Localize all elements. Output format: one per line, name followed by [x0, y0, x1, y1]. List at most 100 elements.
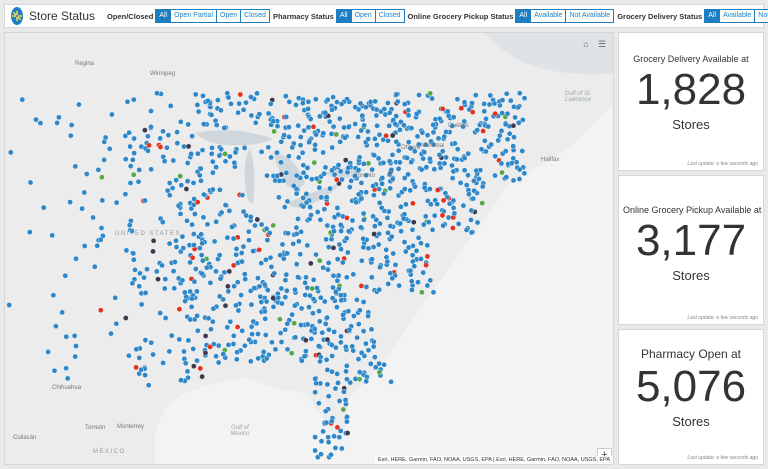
store-marker[interactable]	[429, 226, 436, 233]
store-marker[interactable]	[312, 447, 318, 454]
store-marker[interactable]	[360, 210, 367, 217]
store-marker[interactable]	[99, 197, 106, 204]
store-marker[interactable]	[142, 127, 148, 133]
store-marker[interactable]	[232, 149, 239, 156]
store-marker[interactable]	[270, 118, 277, 124]
store-marker[interactable]	[479, 200, 486, 206]
store-marker[interactable]	[298, 305, 305, 312]
store-marker[interactable]	[398, 228, 404, 234]
store-marker[interactable]	[461, 155, 468, 161]
store-marker[interactable]	[328, 131, 335, 137]
store-marker[interactable]	[389, 152, 396, 158]
store-marker[interactable]	[478, 146, 485, 152]
store-marker[interactable]	[207, 279, 214, 286]
store-marker[interactable]	[486, 101, 493, 108]
store-marker[interactable]	[380, 160, 387, 166]
store-marker[interactable]	[420, 269, 427, 276]
store-marker[interactable]	[64, 375, 71, 382]
store-marker[interactable]	[370, 213, 376, 220]
store-marker[interactable]	[358, 180, 365, 186]
store-marker[interactable]	[441, 133, 448, 140]
store-marker[interactable]	[194, 312, 200, 319]
store-marker[interactable]	[190, 180, 197, 186]
store-marker[interactable]	[199, 147, 206, 153]
store-marker[interactable]	[108, 330, 114, 337]
store-marker[interactable]	[342, 157, 349, 163]
store-marker[interactable]	[326, 118, 333, 125]
store-marker[interactable]	[405, 107, 412, 113]
store-marker[interactable]	[323, 356, 330, 363]
store-marker[interactable]	[264, 237, 271, 243]
store-marker[interactable]	[79, 205, 85, 212]
store-marker[interactable]	[405, 112, 412, 119]
store-marker[interactable]	[215, 97, 221, 103]
store-marker[interactable]	[162, 276, 169, 282]
store-marker[interactable]	[350, 271, 357, 278]
store-marker[interactable]	[329, 368, 335, 375]
store-marker[interactable]	[423, 262, 429, 268]
store-marker[interactable]	[339, 176, 345, 183]
store-marker[interactable]	[161, 285, 168, 292]
store-marker[interactable]	[286, 153, 292, 159]
store-marker[interactable]	[338, 292, 344, 299]
store-marker[interactable]	[469, 100, 475, 106]
store-marker[interactable]	[335, 380, 341, 386]
store-marker[interactable]	[194, 357, 200, 364]
store-marker[interactable]	[188, 303, 195, 310]
store-marker[interactable]	[330, 244, 337, 251]
store-marker[interactable]	[260, 349, 267, 355]
store-marker[interactable]	[293, 190, 300, 197]
store-marker[interactable]	[502, 148, 509, 154]
store-marker[interactable]	[256, 111, 263, 117]
store-marker[interactable]	[386, 123, 393, 129]
store-marker[interactable]	[440, 222, 447, 229]
store-marker[interactable]	[246, 237, 252, 243]
store-marker[interactable]	[335, 162, 342, 168]
store-marker[interactable]	[328, 236, 335, 242]
store-marker[interactable]	[217, 186, 223, 193]
store-marker[interactable]	[371, 192, 377, 198]
store-marker[interactable]	[337, 339, 344, 346]
store-marker[interactable]	[130, 157, 136, 163]
store-marker[interactable]	[68, 132, 74, 139]
store-marker[interactable]	[409, 226, 416, 233]
store-marker[interactable]	[145, 382, 152, 389]
store-marker[interactable]	[312, 142, 318, 148]
store-marker[interactable]	[127, 163, 134, 169]
store-marker[interactable]	[295, 274, 301, 280]
store-marker[interactable]	[449, 162, 455, 169]
store-marker[interactable]	[262, 332, 269, 338]
store-marker[interactable]	[241, 145, 248, 151]
store-marker[interactable]	[282, 294, 289, 300]
store-marker[interactable]	[133, 346, 140, 353]
store-marker[interactable]	[298, 322, 304, 328]
store-marker[interactable]	[174, 129, 180, 135]
store-marker[interactable]	[54, 120, 60, 126]
store-marker[interactable]	[213, 218, 219, 225]
store-marker[interactable]	[424, 253, 431, 260]
store-marker[interactable]	[328, 418, 335, 425]
store-marker[interactable]	[225, 288, 232, 295]
store-marker[interactable]	[370, 343, 377, 350]
store-marker[interactable]	[376, 231, 382, 237]
store-marker[interactable]	[455, 221, 462, 227]
store-marker[interactable]	[476, 175, 482, 182]
store-marker[interactable]	[303, 348, 309, 355]
store-marker[interactable]	[123, 247, 130, 254]
store-marker[interactable]	[454, 146, 461, 152]
store-marker[interactable]	[370, 244, 377, 250]
store-marker[interactable]	[372, 98, 379, 105]
store-marker[interactable]	[171, 285, 178, 292]
store-marker[interactable]	[465, 172, 471, 178]
store-marker[interactable]	[132, 267, 138, 273]
store-marker[interactable]	[336, 241, 343, 248]
store-marker[interactable]	[312, 389, 318, 396]
store-marker[interactable]	[177, 211, 184, 217]
store-marker[interactable]	[207, 344, 213, 350]
store-marker[interactable]	[410, 242, 416, 249]
store-marker[interactable]	[317, 216, 324, 223]
store-marker[interactable]	[331, 329, 338, 335]
store-marker[interactable]	[176, 336, 183, 343]
store-marker[interactable]	[159, 219, 166, 225]
store-marker[interactable]	[318, 194, 325, 201]
